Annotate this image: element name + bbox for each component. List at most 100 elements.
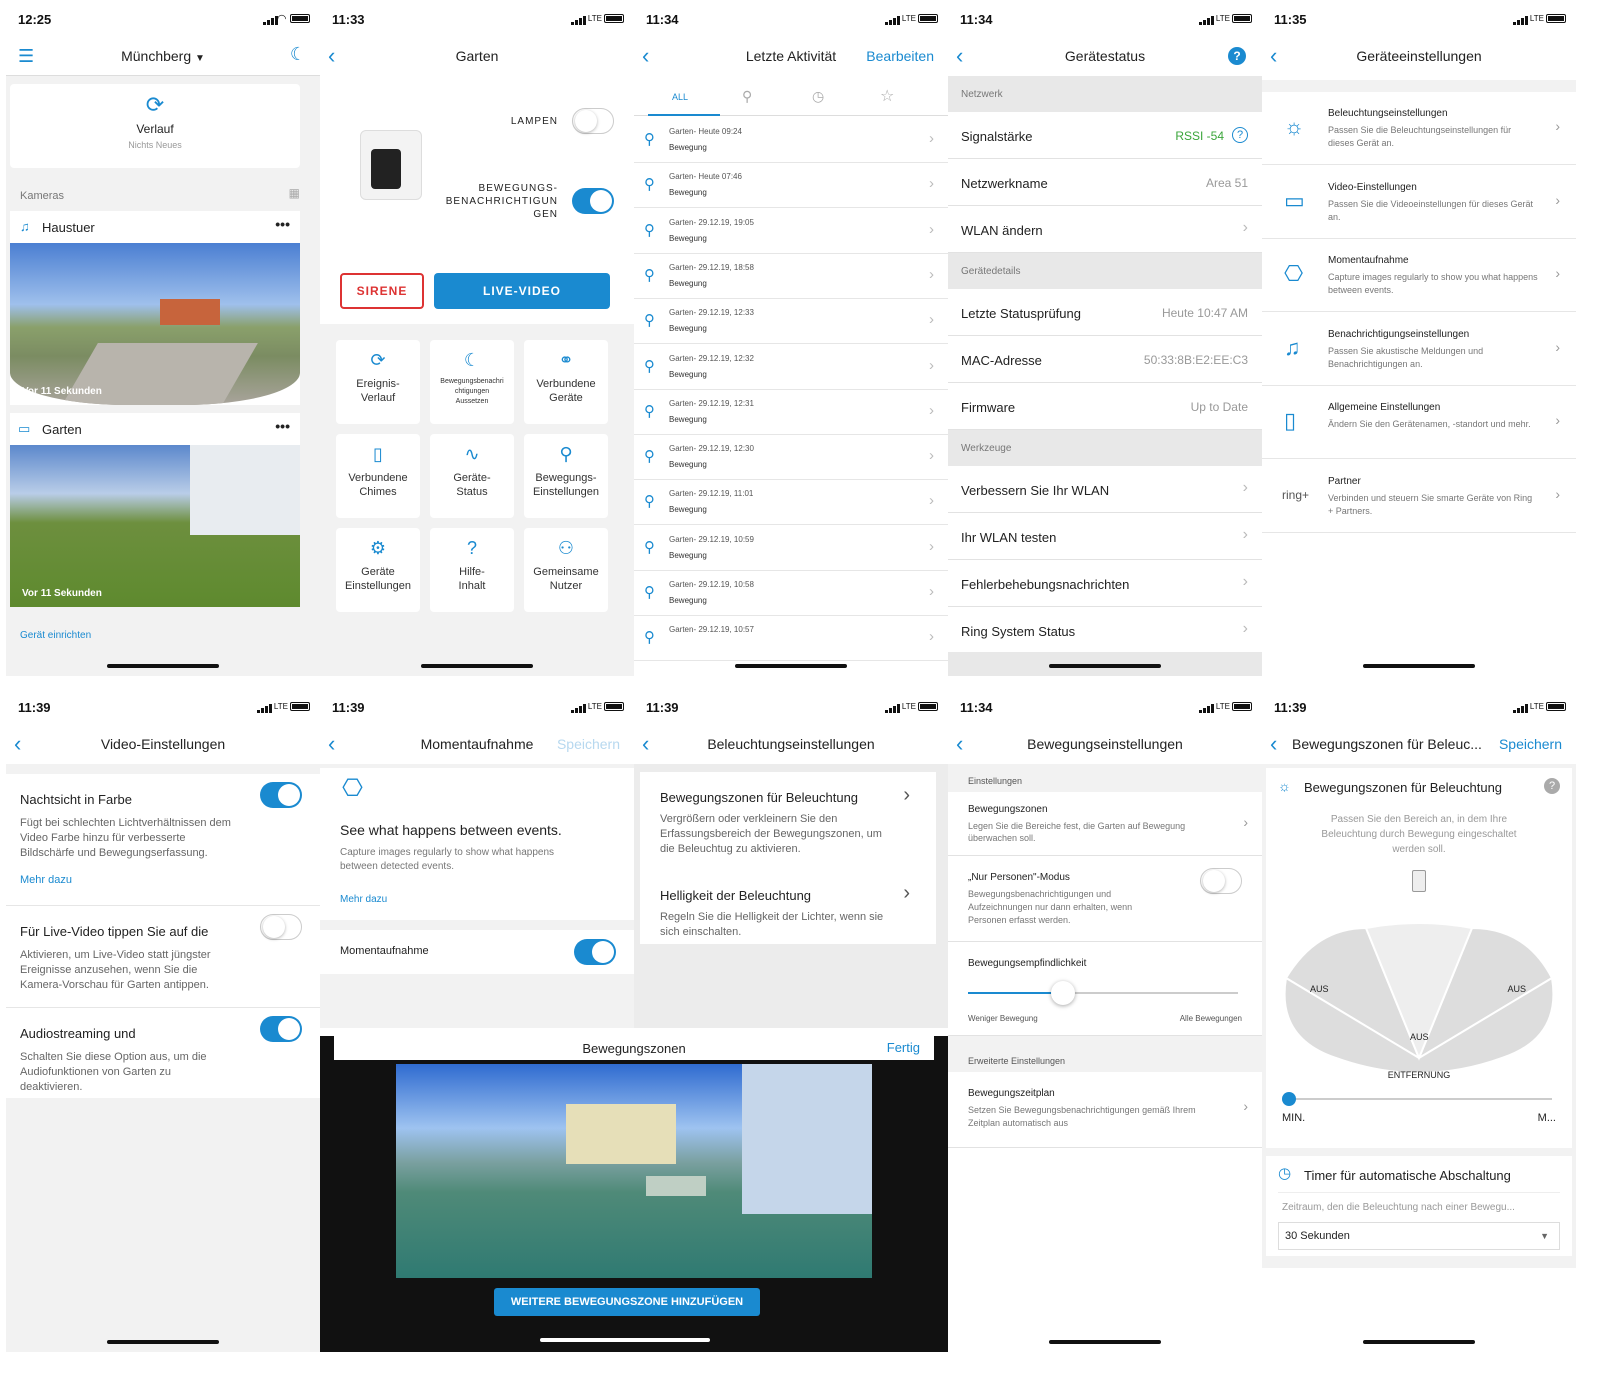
history-card[interactable]: ⟳ Verlauf Nichts Neues: [10, 84, 300, 168]
save-button[interactable]: Speichern: [557, 736, 620, 752]
event-type: Bewegung: [669, 143, 707, 152]
event-row[interactable]: ⚲ Garten- 29.12.19, 18:58 Bewegung ›: [634, 254, 948, 299]
event-row[interactable]: ⚲ Garten- 29.12.19, 10:57 ›: [634, 616, 948, 662]
star-filter-icon[interactable]: ☆: [880, 86, 894, 106]
tile-chime[interactable]: ▯ Verbundene Chimes: [336, 434, 420, 518]
camera-card-garten[interactable]: ▭ Garten ••• Vor 11 Sekunden: [10, 413, 300, 607]
status-bar: 11:34 LTE: [948, 688, 1262, 726]
setting-title: Helligkeit der Beleuchtung: [660, 888, 812, 903]
settings-item[interactable]: ▯ Allgemeine Einstellungen Ändern Sie den …: [1262, 386, 1576, 459]
tile-help[interactable]: ? Hilfe- Inhalt: [430, 528, 514, 612]
moon-icon[interactable]: ☾: [290, 44, 306, 65]
back-icon[interactable]: ‹: [1270, 731, 1277, 757]
status-row[interactable]: Verbessern Sie Ihr WLAN ›: [948, 466, 1262, 513]
status-row[interactable]: Fehlerbehebungsnachrichten ›: [948, 560, 1262, 607]
location-selector[interactable]: Münchberg ▼: [6, 48, 320, 64]
zones-diagram[interactable]: [1276, 918, 1562, 1088]
event-row[interactable]: ⚲ Garten- 29.12.19, 12:32 Bewegung ›: [634, 345, 948, 390]
status-row[interactable]: Ihr WLAN testen ›: [948, 513, 1262, 560]
tile-snooze[interactable]: ☾ Bewegungsbenachri chtigungen Aussetzen: [430, 340, 514, 424]
clock-icon: ◷: [1278, 1165, 1292, 1182]
page-title: Video-Einstellungen: [100, 736, 226, 752]
row-title: „Nur Personen"-Modus: [968, 872, 1070, 883]
tile-motion[interactable]: ⚲ Bewegungs- Einstellungen: [524, 434, 608, 518]
event-row[interactable]: ⚲ Garten- Heute 09:24 Bewegung ›: [634, 118, 948, 163]
motion-filter-icon[interactable]: ⚲: [742, 88, 752, 105]
help-icon[interactable]: ?: [1544, 778, 1560, 794]
distance-slider[interactable]: [1282, 1092, 1552, 1106]
tab-all[interactable]: ALL: [672, 92, 688, 102]
bell-icon: ♫: [1284, 334, 1301, 360]
timer-select[interactable]: 30 Sekunden ▼: [1278, 1222, 1560, 1250]
help-icon[interactable]: ?: [1228, 47, 1246, 65]
tile-history[interactable]: ⟳ Ereignis- Verlauf: [336, 340, 420, 424]
learn-more-link[interactable]: Mehr dazu: [340, 894, 387, 905]
settings-item[interactable]: ring+ Partner Verbinden und steuern Sie sm…: [1262, 460, 1576, 533]
persons-only-toggle[interactable]: [1200, 868, 1242, 894]
live-video-button[interactable]: LIVE-VIDEO: [434, 273, 610, 309]
camera-preview[interactable]: Vor 11 Sekunden: [10, 243, 300, 405]
lamps-toggle[interactable]: [572, 108, 614, 134]
tile-label: Verbundene Geräte: [536, 378, 596, 404]
setting-toggle[interactable]: [260, 914, 302, 940]
status-bar: 11:39 LTE: [6, 688, 320, 726]
status-label: Signalstärke: [961, 129, 1033, 144]
status-row[interactable]: Ring System Status ›: [948, 607, 1262, 654]
status-time: 11:35: [1274, 12, 1307, 27]
motion-icon: ⚲: [644, 493, 655, 511]
slider-thumb[interactable]: [1282, 1092, 1296, 1106]
grid-icon[interactable]: ▦: [289, 186, 300, 200]
bell-icon: ♫: [20, 219, 30, 234]
info-icon[interactable]: ?: [1232, 127, 1248, 143]
home-indicator: [540, 1338, 710, 1342]
settings-item[interactable]: ♫ Benachrichtigungseinstellungen Passen Si…: [1262, 313, 1576, 386]
camera-preview[interactable]: Vor 11 Sekunden: [10, 445, 300, 607]
event-row[interactable]: ⚲ Garten- 29.12.19, 12:33 Bewegung ›: [634, 299, 948, 345]
event-row[interactable]: ⚲ Garten- 29.12.19, 10:58 Bewegung ›: [634, 571, 948, 616]
settings-item[interactable]: ⎔ Momentaufnahme Capture images regularly …: [1262, 239, 1576, 312]
settings-item[interactable]: ☼ Beleuchtungseinstellungen Passen Sie die…: [1262, 92, 1576, 165]
done-button[interactable]: Fertig: [887, 1040, 920, 1055]
siren-button[interactable]: SIRENE: [340, 273, 424, 309]
tile-link[interactable]: ⚭ Verbundene Geräte: [524, 340, 608, 424]
chevron-right-icon: ›: [929, 583, 934, 600]
motion-alerts-toggle[interactable]: [572, 188, 614, 214]
status-bar: 12:25 ◠: [6, 0, 320, 38]
event-row[interactable]: ⚲ Garten- 29.12.19, 12:31 Bewegung ›: [634, 390, 948, 435]
motion-zones-row[interactable]: Bewegungszonen Legen Sie die Bereiche fe…: [948, 792, 1262, 856]
section-header: Werkzeuge: [948, 430, 1262, 466]
more-icon[interactable]: •••: [275, 216, 290, 232]
event-row[interactable]: ⚲ Garten- Heute 07:46 Bewegung ›: [634, 163, 948, 209]
tile-users[interactable]: ⚇ Gemeinsame Nutzer: [524, 528, 608, 612]
play-filter-icon[interactable]: ◷: [812, 88, 824, 105]
sensitivity-slider[interactable]: [968, 981, 1238, 1005]
more-icon[interactable]: •••: [275, 418, 290, 434]
tile-gear[interactable]: ⚙ Geräte Einstellungen: [336, 528, 420, 612]
section-label: Gerätedetails: [961, 266, 1021, 277]
zones-camera-view[interactable]: [396, 1064, 872, 1278]
save-button[interactable]: Speichern: [1499, 736, 1562, 752]
camera-card-haustuer[interactable]: ♫ Haustuer ••• Vor 11 Sekunden: [10, 211, 300, 405]
settings-item[interactable]: ▭ Video-Einstellungen Passen Sie die Video…: [1262, 166, 1576, 239]
slider-thumb[interactable]: [1050, 981, 1075, 1005]
light-setting-row[interactable]: Helligkeit der Beleuchtung Regeln Sie die…: [640, 870, 936, 944]
setting-toggle[interactable]: [260, 782, 302, 808]
tile-pulse[interactable]: ∿ Geräte- Status: [430, 434, 514, 518]
snapshot-toggle[interactable]: [574, 939, 616, 965]
event-row[interactable]: ⚲ Garten- 29.12.19, 11:01 Bewegung ›: [634, 480, 948, 526]
setting-toggle[interactable]: [260, 1016, 302, 1042]
event-row[interactable]: ⚲ Garten- 29.12.19, 19:05 Bewegung ›: [634, 209, 948, 254]
setting-title: Audiostreaming und: [20, 1026, 136, 1041]
add-zone-button[interactable]: WEITERE BEWEGUNGSZONE HINZUFÜGEN: [494, 1288, 760, 1316]
setup-device-link[interactable]: Gerät einrichten: [20, 630, 91, 641]
status-row[interactable]: WLAN ändern ›: [948, 206, 1262, 253]
edit-button[interactable]: Bearbeiten: [866, 48, 934, 64]
video-setting-row: Für Live-Video tippen Sie auf die Aktivie…: [6, 906, 320, 1008]
motion-schedule-row[interactable]: Bewegungszeitplan Setzen Sie Bewegungsbe…: [948, 1072, 1262, 1148]
device-marker: [1412, 870, 1426, 892]
event-row[interactable]: ⚲ Garten- 29.12.19, 12:30 Bewegung ›: [634, 435, 948, 481]
light-setting-row[interactable]: Bewegungszonen für Beleuchtung Vergrößern…: [640, 772, 936, 870]
event-row[interactable]: ⚲ Garten- 29.12.19, 10:59 Bewegung ›: [634, 526, 948, 571]
tile-label: Verbundene Chimes: [348, 472, 408, 498]
learn-more-link[interactable]: Mehr dazu: [20, 874, 72, 886]
